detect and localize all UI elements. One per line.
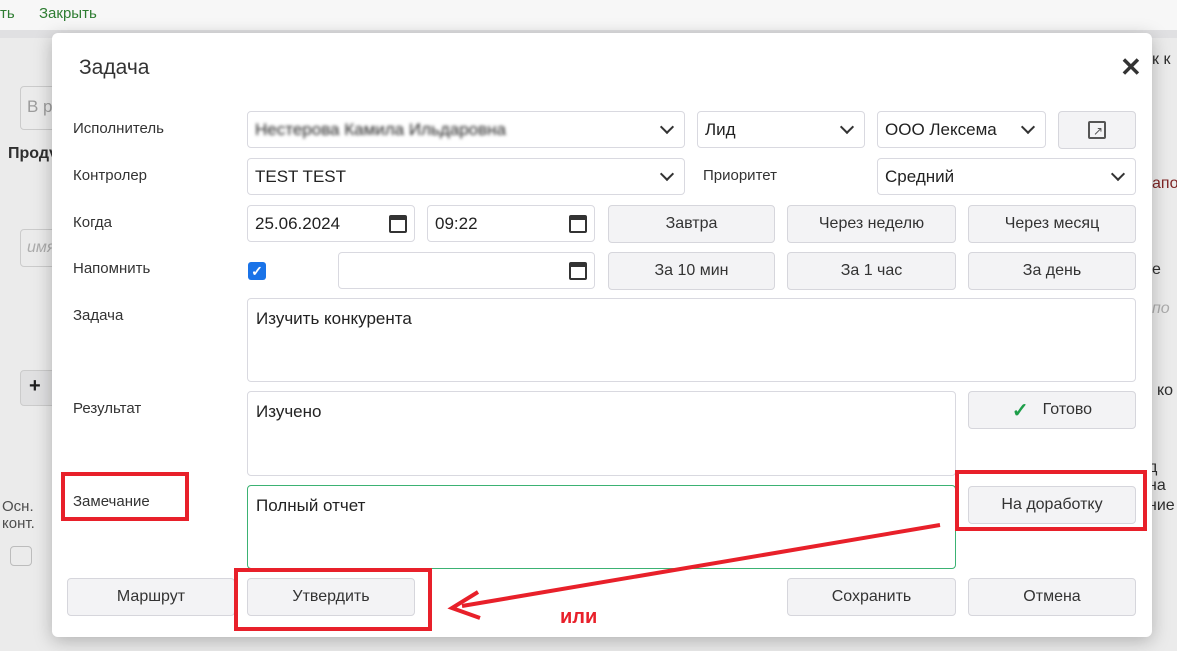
or-annotation: или xyxy=(560,606,598,628)
annotation-arrow xyxy=(447,523,941,620)
